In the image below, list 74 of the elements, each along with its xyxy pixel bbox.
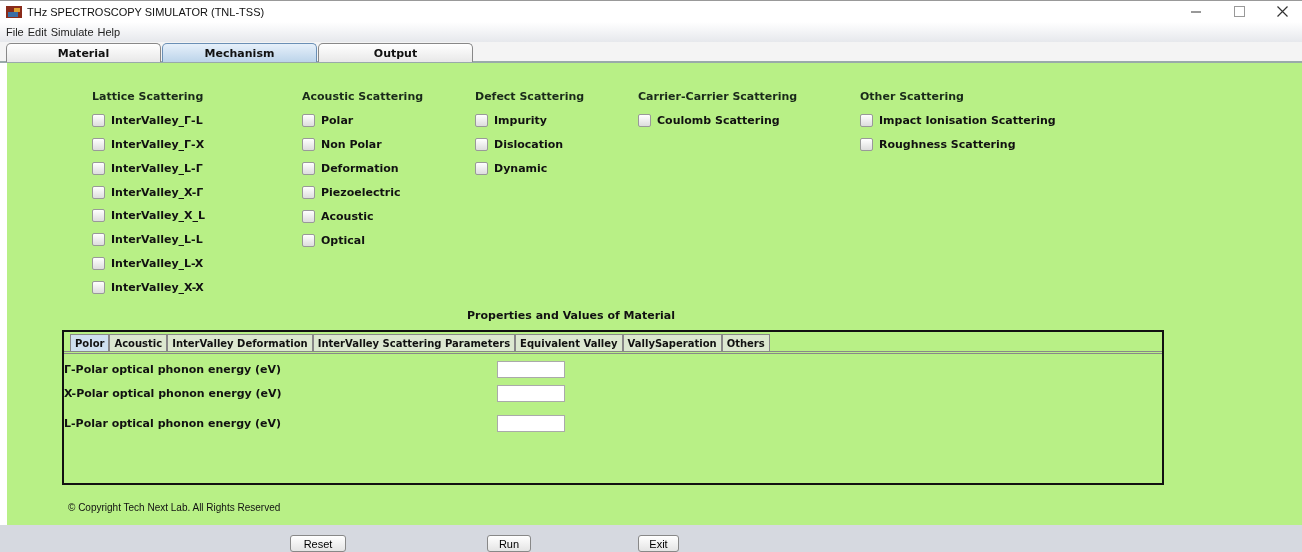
checkbox-label: InterValley_Γ-X <box>111 137 205 151</box>
group-heading: Other Scattering <box>860 90 964 103</box>
close-icon[interactable] <box>1277 6 1288 17</box>
property-tab[interactable]: Polor <box>70 334 110 351</box>
menu-item[interactable]: Edit <box>27 26 47 38</box>
checkbox-label: InterValley_X-X <box>111 281 204 295</box>
input-field[interactable] <box>497 361 565 378</box>
checkbox[interactable] <box>92 281 105 295</box>
checkbox[interactable] <box>92 161 105 175</box>
checkbox-label: Dislocation <box>494 138 564 151</box>
action-button[interactable]: Exit <box>638 535 679 552</box>
checkbox[interactable] <box>92 233 105 247</box>
checkbox-label: InterValley_X_L <box>111 209 206 223</box>
group-heading: Acoustic Scattering <box>302 90 424 103</box>
checkbox-label: InterValley_Γ-L <box>111 113 203 127</box>
checkbox-label: InterValley_L-L <box>111 233 203 247</box>
main-tab[interactable]: Material <box>6 43 161 62</box>
field-label: Γ-Polar optical phonon energy (eV) <box>64 363 283 376</box>
input-field[interactable] <box>497 415 565 432</box>
menu-item[interactable]: Help <box>97 26 121 38</box>
action-button[interactable]: Run <box>487 535 531 552</box>
checkbox-label: Piezoelectric <box>321 186 401 199</box>
field-label: X-Polar optical phonon energy (eV) <box>64 387 283 400</box>
field-label: L-Polar optical phonon energy (eV) <box>64 417 283 430</box>
checkbox[interactable] <box>302 210 315 223</box>
checkbox[interactable] <box>92 185 105 199</box>
checkbox-label: InterValley_L-Γ <box>111 161 203 175</box>
checkbox-label: Acoustic <box>321 210 374 223</box>
checkbox[interactable] <box>860 138 873 151</box>
checkbox[interactable] <box>475 114 488 127</box>
checkbox[interactable] <box>92 257 105 271</box>
property-tab[interactable]: InterValley Scattering Parameters <box>312 334 516 351</box>
checkbox-label: Impurity <box>494 114 547 127</box>
checkbox-label: Roughness Scattering <box>879 138 1016 151</box>
checkbox-label: InterValley_X-Γ <box>111 185 204 199</box>
group-heading: Defect Scattering <box>475 90 585 103</box>
main-tab[interactable]: Output <box>318 43 473 62</box>
checkbox-label: Optical <box>321 234 365 247</box>
checkbox[interactable] <box>92 137 105 151</box>
checkbox-label: Deformation <box>321 162 399 175</box>
checkbox-label: Non Polar <box>321 138 382 151</box>
window-title: THz SPECTROSCOPY SIMULATOR (TNL-TSS) <box>27 5 265 18</box>
checkbox[interactable] <box>302 162 315 175</box>
maximize-icon[interactable] <box>1234 6 1245 17</box>
checkbox[interactable] <box>302 114 315 127</box>
checkbox[interactable] <box>302 138 315 151</box>
section-title: Properties and Values of Material <box>467 309 676 322</box>
checkbox[interactable] <box>475 138 488 151</box>
checkbox-label: Impact Ionisation Scattering <box>879 114 1056 127</box>
checkbox[interactable] <box>475 162 488 175</box>
property-tab[interactable]: InterValley Deformation <box>167 334 313 351</box>
checkbox[interactable] <box>92 209 105 223</box>
input-field[interactable] <box>497 385 565 402</box>
checkbox-label: InterValley_L-X <box>111 257 204 271</box>
property-tab[interactable]: VallySaperation <box>622 334 722 351</box>
group-heading: Lattice Scattering <box>92 90 204 103</box>
checkbox[interactable] <box>638 114 651 127</box>
property-tab[interactable]: Others <box>721 334 770 351</box>
menu-item[interactable]: File <box>6 26 24 38</box>
checkbox[interactable] <box>302 186 315 199</box>
action-button[interactable]: Reset <box>290 535 346 552</box>
checkbox[interactable] <box>302 234 315 247</box>
checkbox-label: Coulomb Scattering <box>657 114 780 127</box>
menu-item[interactable]: Simulate <box>50 26 94 38</box>
property-tab[interactable]: Acoustic <box>109 334 168 351</box>
checkbox-label: Dynamic <box>494 162 548 175</box>
checkbox[interactable] <box>92 113 105 127</box>
checkbox-label: Polar <box>321 114 354 127</box>
main-tab[interactable]: Mechanism <box>162 43 317 62</box>
copyright-text: © Copyright Tech Next Lab. All Rights Reserved <box>68 502 282 513</box>
checkbox[interactable] <box>860 114 873 127</box>
group-heading: Carrier-Carrier Scattering <box>638 90 798 103</box>
app-logo-icon <box>6 5 22 18</box>
property-tab[interactable]: Equivalent Valley <box>515 334 623 351</box>
